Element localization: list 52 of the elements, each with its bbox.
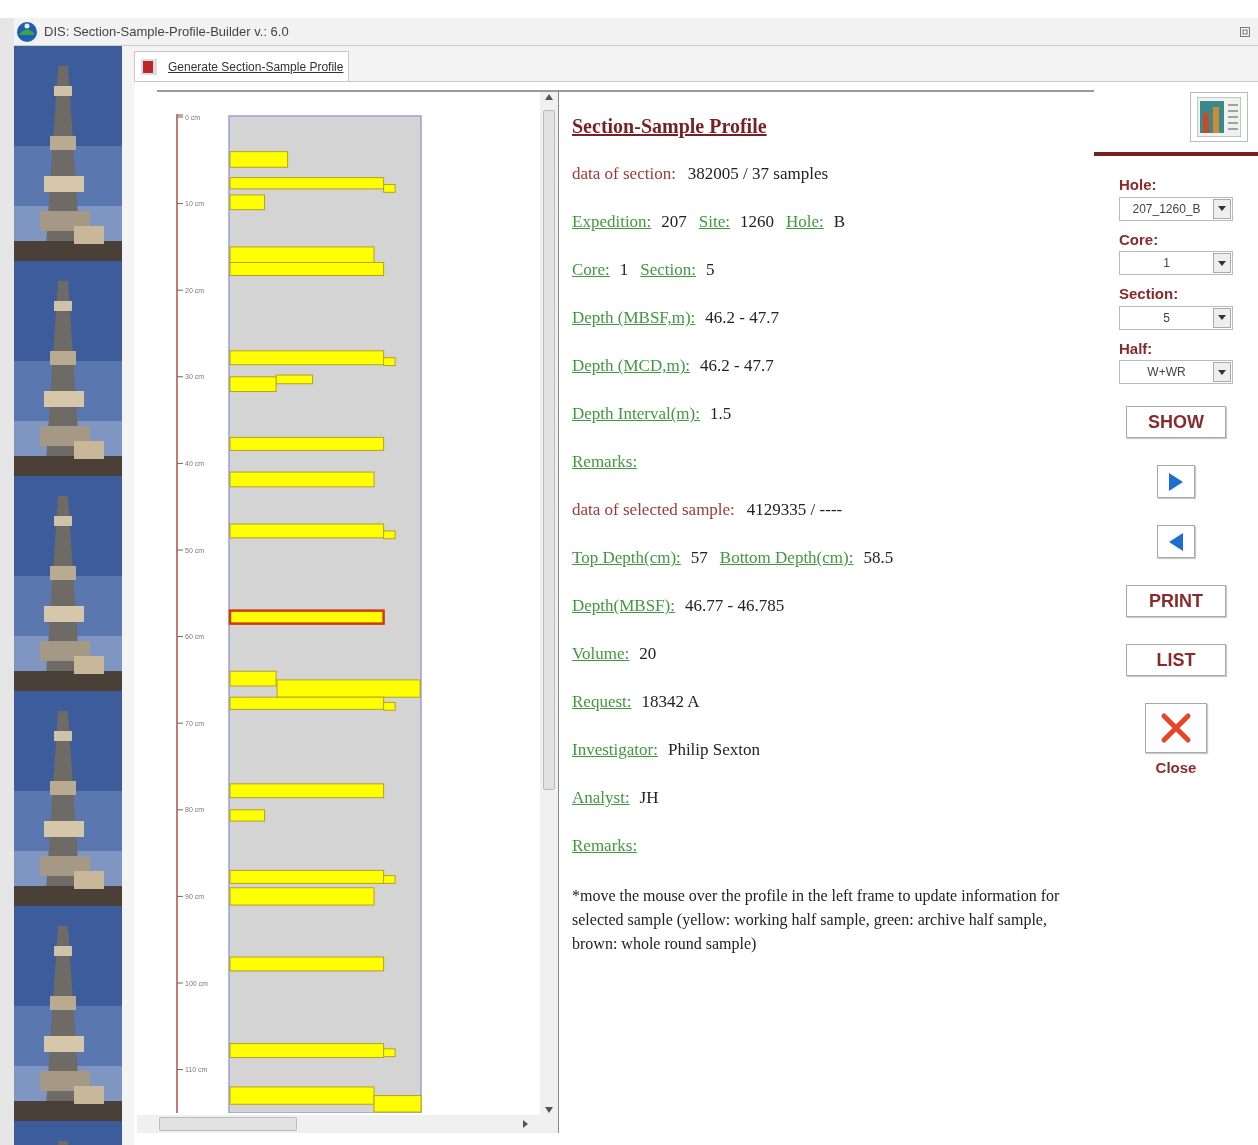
dropdown[interactable]: 207_1260_B [1119, 196, 1233, 221]
field-value: 46.2 - 47.7 [705, 307, 779, 330]
field-value: 46.2 - 47.7 [700, 355, 774, 378]
field-value: 1.5 [709, 403, 732, 426]
field-label-link[interactable]: Request: [572, 689, 632, 715]
field-label-link[interactable]: Depth Interval(m): [572, 401, 700, 427]
section-caption: data of section: [572, 163, 676, 186]
select-label: Hole: [1119, 175, 1158, 195]
field-value: Philip Sexton [667, 739, 761, 762]
field-value: 58.5 [863, 547, 894, 570]
field-value: JH [639, 787, 659, 810]
select-label: Core: [1119, 229, 1160, 250]
field-label-link[interactable]: Depth (MCD,m): [572, 353, 691, 379]
dropdown[interactable]: 1 [1119, 251, 1233, 275]
field-label-link[interactable]: Remarks: [572, 833, 638, 859]
action-button[interactable]: SHOW [1126, 406, 1226, 438]
hint-note: *move the mouse over the profile in the left frame to update information for selected sample (yellow: working half sample, green: archive half sample, brown: whole round sample) [572, 886, 1061, 955]
field-label-link[interactable]: Depth (MBSF,m): [572, 305, 696, 331]
field-value: 4129335 / ---- [746, 499, 843, 522]
dropdown[interactable]: W+WR [1119, 360, 1233, 384]
field-value: B [833, 211, 846, 234]
field-value: 20 [639, 643, 657, 666]
field-value: 18342 A [641, 691, 700, 714]
window-title: DIS: Section-Sample-Profile-Builder v.: 6.0 [44, 22, 290, 41]
field-label-link[interactable]: Site: [698, 209, 730, 235]
field-value: 207 [661, 211, 687, 234]
field-label-link[interactable]: Volume: [572, 641, 630, 667]
field-label-link[interactable]: Hole: [786, 209, 824, 235]
close-label: Close [1155, 758, 1197, 778]
field-value: 57 [690, 547, 708, 570]
field-label-link[interactable]: Section: [640, 257, 696, 283]
field-label-link[interactable]: Expedition: [572, 209, 652, 235]
action-button[interactable]: PRINT [1126, 585, 1226, 617]
field-label-link[interactable]: Analyst: [572, 785, 630, 811]
action-button[interactable]: LIST [1126, 644, 1226, 676]
section-caption: data of selected sample: [572, 499, 735, 522]
field-label-link[interactable]: Remarks: [572, 449, 638, 475]
field-value: 5 [706, 259, 715, 282]
profile-heading: Section-Sample Profile [572, 114, 767, 140]
field-label-link[interactable]: Depth(MBSF): [572, 593, 675, 619]
dropdown[interactable]: 5 [1119, 305, 1233, 330]
field-label-link[interactable]: Top Depth(cm): [572, 545, 681, 571]
field-label-link[interactable]: Core: [572, 257, 610, 283]
field-value: 382005 / 37 samples [687, 163, 829, 186]
select-label: Half: [1119, 338, 1154, 359]
field-value: 1 [619, 259, 629, 282]
field-label-link[interactable]: Bottom Depth(cm): [719, 545, 854, 571]
field-value: 46.77 - 46.785 [684, 595, 785, 618]
field-value: 1260 [740, 211, 774, 234]
tab[interactable]: Generate Section-Sample Profile [134, 51, 350, 81]
select-label: Section: [1119, 284, 1180, 304]
field-label-link[interactable]: Investigator: [572, 737, 658, 763]
